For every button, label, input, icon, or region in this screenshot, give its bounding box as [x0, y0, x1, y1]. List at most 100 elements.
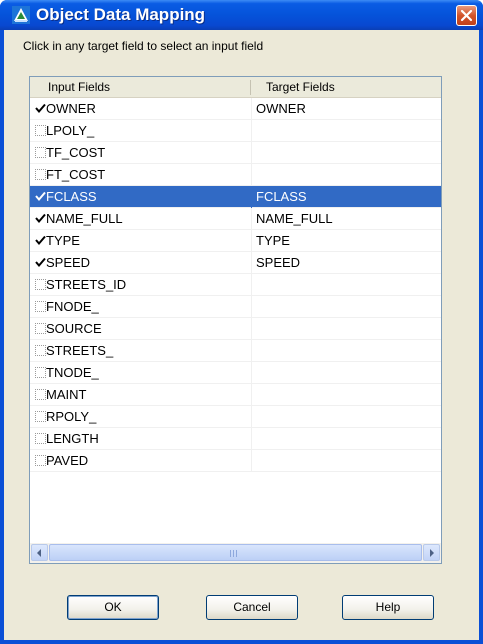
column-separator	[251, 252, 252, 274]
input-field-name: OWNER	[46, 101, 96, 116]
input-field-name: RPOLY_	[46, 409, 97, 424]
checkbox[interactable]	[35, 147, 46, 158]
target-field-cell[interactable]: OWNER	[256, 98, 306, 119]
horizontal-scrollbar[interactable]	[30, 543, 441, 563]
checkbox[interactable]	[35, 389, 46, 400]
close-button[interactable]	[456, 5, 477, 26]
list-header: Input Fields Target Fields	[30, 77, 441, 98]
checkbox[interactable]	[35, 257, 46, 268]
checkbox[interactable]	[35, 279, 46, 290]
column-separator	[251, 406, 252, 428]
table-row[interactable]: FT_COST	[30, 164, 441, 186]
checkbox[interactable]	[35, 169, 46, 180]
checkbox[interactable]	[35, 367, 46, 378]
checkmark-icon	[35, 235, 46, 246]
arrow-left-icon	[37, 549, 41, 557]
input-field-name: LENGTH	[46, 431, 99, 446]
checkbox[interactable]	[35, 213, 46, 224]
table-row[interactable]: RPOLY_	[30, 406, 441, 428]
input-field-name: TYPE	[46, 233, 80, 248]
column-header-input-fields[interactable]: Input Fields	[48, 77, 110, 97]
checkbox[interactable]	[35, 191, 46, 202]
window-title: Object Data Mapping	[36, 5, 206, 24]
input-field-name: SPEED	[46, 255, 91, 270]
table-row[interactable]: TF_COST	[30, 142, 441, 164]
checkbox[interactable]	[35, 345, 46, 356]
checkmark-icon	[35, 103, 46, 114]
table-row[interactable]: PAVED	[30, 450, 441, 472]
table-row[interactable]: SPEED SPEED	[30, 252, 441, 274]
checkmark-icon	[35, 213, 46, 224]
input-field-name: STREETS_	[46, 343, 114, 358]
input-field-name: FCLASS	[46, 189, 97, 204]
checkbox[interactable]	[35, 455, 46, 466]
window-border-bottom	[0, 640, 483, 644]
list-rows: OWNER OWNER LPOLY_ TF_COST FT_COST FCLASS FCLA…	[30, 98, 441, 472]
checkbox[interactable]	[35, 103, 46, 114]
column-separator	[251, 98, 252, 120]
input-field-name: MAINT	[46, 387, 87, 402]
checkbox[interactable]	[35, 411, 46, 422]
column-separator	[251, 384, 252, 406]
column-separator	[251, 428, 252, 450]
input-field-name: TNODE_	[46, 365, 99, 380]
table-row[interactable]: LENGTH	[30, 428, 441, 450]
input-field-name: NAME_FULL	[46, 211, 123, 226]
checkmark-icon	[35, 191, 46, 202]
input-field-name: LPOLY_	[46, 123, 95, 138]
table-row[interactable]: STREETS_ID	[30, 274, 441, 296]
column-separator	[251, 362, 252, 384]
column-divider[interactable]	[250, 80, 251, 95]
column-separator	[251, 450, 252, 472]
input-field-name: TF_COST	[46, 145, 106, 160]
column-separator	[251, 208, 252, 230]
table-row[interactable]: MAINT	[30, 384, 441, 406]
checkbox[interactable]	[35, 125, 46, 136]
cancel-button[interactable]: Cancel	[206, 595, 298, 620]
column-separator	[251, 230, 252, 252]
input-field-name: PAVED	[46, 453, 89, 468]
table-row[interactable]: OWNER OWNER	[30, 98, 441, 120]
table-row[interactable]: FCLASS FCLASS	[30, 186, 441, 208]
target-field-cell[interactable]: NAME_FULL	[256, 208, 333, 229]
table-row[interactable]: STREETS_	[30, 340, 441, 362]
column-separator	[251, 296, 252, 318]
arrow-right-icon	[430, 549, 434, 557]
ok-button[interactable]: OK	[67, 595, 159, 620]
table-row[interactable]: NAME_FULL NAME_FULL	[30, 208, 441, 230]
column-separator	[251, 340, 252, 362]
checkmark-icon	[35, 257, 46, 268]
checkbox[interactable]	[35, 433, 46, 444]
table-row[interactable]: TYPE TYPE	[30, 230, 441, 252]
input-field-name: FT_COST	[46, 167, 106, 182]
column-header-target-fields[interactable]: Target Fields	[266, 77, 335, 97]
target-field-cell[interactable]: TYPE	[256, 230, 290, 251]
instruction-text: Click in any target field to select an i…	[23, 39, 264, 53]
column-separator	[251, 318, 252, 340]
column-separator	[251, 274, 252, 296]
table-row[interactable]: SOURCE	[30, 318, 441, 340]
table-row[interactable]: FNODE_	[30, 296, 441, 318]
checkbox[interactable]	[35, 235, 46, 246]
target-field-cell[interactable]: SPEED	[256, 252, 300, 273]
column-separator	[251, 142, 252, 164]
help-button[interactable]: Help	[342, 595, 434, 620]
checkbox[interactable]	[35, 323, 46, 334]
scroll-right-button[interactable]	[423, 544, 440, 561]
input-field-name: FNODE_	[46, 299, 99, 314]
table-row[interactable]: LPOLY_	[30, 120, 441, 142]
autocad-map-icon	[12, 6, 30, 24]
scroll-left-button[interactable]	[31, 544, 48, 561]
title-bar[interactable]: Object Data Mapping	[0, 0, 483, 30]
field-mapping-list[interactable]: Input Fields Target Fields OWNER OWNER LPO…	[29, 76, 442, 564]
input-field-name: SOURCE	[46, 321, 102, 336]
table-row[interactable]: TNODE_	[30, 362, 441, 384]
dialog-window: Object Data Mapping Click in any target …	[0, 0, 483, 644]
checkbox[interactable]	[35, 301, 46, 312]
column-separator	[251, 120, 252, 142]
scrollbar-thumb[interactable]	[49, 544, 422, 561]
column-separator	[251, 186, 252, 208]
grip-icon	[230, 550, 237, 557]
target-field-cell[interactable]: FCLASS	[256, 186, 307, 207]
input-field-name: STREETS_ID	[46, 277, 127, 292]
